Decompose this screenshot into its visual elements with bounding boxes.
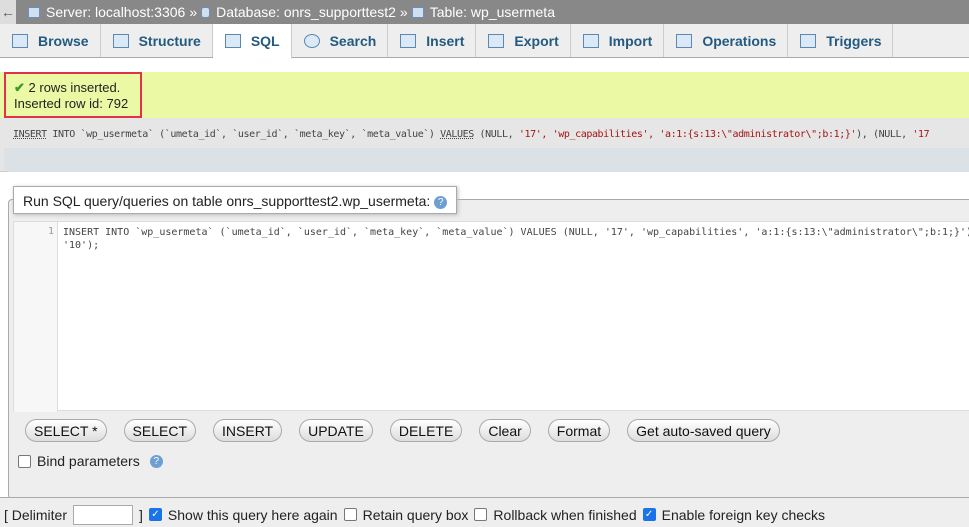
bind-parameters: Bind parameters ? — [18, 453, 163, 469]
code-line: INSERT INTO `wp_usermeta` (`umeta_id`, `… — [63, 227, 969, 238]
tab-label: Search — [329, 32, 377, 49]
sql-editor[interactable]: 1 INSERT INTO `wp_usermeta` (`umeta_id`,… — [13, 221, 969, 412]
sql-keyword-link[interactable]: VALUES — [440, 129, 474, 140]
sql-text: ), (NULL, — [856, 129, 913, 140]
retain-query-box-label[interactable]: Retain query box — [363, 507, 469, 523]
export-icon — [488, 33, 505, 48]
table-icon — [411, 6, 424, 18]
delimiter-input[interactable] — [73, 504, 134, 525]
update-button[interactable]: UPDATE — [299, 419, 373, 442]
tab-bar: Browse Structure SQL Search Insert Expor… — [0, 24, 969, 59]
clear-button[interactable]: Clear — [479, 419, 531, 442]
browse-icon — [12, 33, 28, 48]
breadcrumb-separator: » — [399, 4, 408, 20]
code-line: '10'); — [63, 240, 100, 251]
delimiter-close: ] — [139, 506, 143, 523]
breadcrumb-separator: » — [189, 4, 198, 20]
tab-structure[interactable]: Structure — [101, 24, 213, 57]
insert-icon — [400, 33, 417, 48]
foreign-key-label[interactable]: Enable foreign key checks — [662, 507, 825, 523]
sql-string: '17', 'wp_capabilities', 'a:1:{s:13:\"ad… — [518, 129, 857, 140]
tab-label: Browse — [38, 32, 89, 49]
tab-label: Export — [514, 32, 559, 49]
tab-label: Structure — [138, 32, 201, 49]
select-star-button[interactable]: SELECT * — [25, 419, 107, 442]
help-icon[interactable]: ? — [434, 195, 448, 209]
checkmark-icon: ✔ — [14, 80, 25, 95]
insert-button[interactable]: INSERT — [213, 419, 283, 442]
sql-keyword-link[interactable]: INSERT — [13, 129, 47, 140]
tab-browse[interactable]: Browse — [0, 24, 101, 57]
tab-sql[interactable]: SQL — [212, 24, 292, 59]
back-arrow-icon[interactable]: ← — [0, 0, 16, 24]
success-message: ✔ 2 rows inserted. Inserted row id: 792 — [0, 72, 969, 118]
show-query-checkbox[interactable]: ✓ — [148, 508, 162, 521]
query-box-title: Run SQL query/queries on table onrs_supp… — [13, 186, 458, 214]
breadcrumb-table[interactable]: Table: wp_usermeta — [430, 4, 555, 20]
delete-button[interactable]: DELETE — [389, 419, 463, 442]
tab-operations[interactable]: Operations — [664, 24, 789, 57]
query-buttons: SELECT * SELECT INSERT UPDATE DELETE Cle… — [25, 419, 797, 442]
tab-label: Triggers — [826, 32, 882, 49]
table-name: onrs_supporttest2.wp_usermeta: — [226, 193, 431, 209]
tab-export[interactable]: Export — [476, 24, 571, 57]
retain-query-box-checkbox[interactable] — [343, 508, 357, 521]
line-numbers: 1 — [14, 222, 58, 412]
triggers-icon — [800, 33, 817, 48]
tab-import[interactable]: Import — [571, 24, 665, 57]
sql-code[interactable]: INSERT INTO `wp_usermeta` (`umeta_id`, `… — [63, 226, 969, 252]
tab-label: SQL — [250, 33, 280, 49]
sql-text: (NULL, — [473, 129, 519, 140]
foreign-key-checkbox[interactable]: ✓ — [642, 508, 656, 521]
sql-string: '17 — [912, 129, 930, 140]
title-text: Run SQL query/queries on table — [23, 193, 227, 209]
get-auto-saved-query-button[interactable]: Get auto-saved query — [627, 419, 780, 442]
breadcrumb-bar: ← Server: localhost:3306 » Database: onr… — [0, 0, 969, 24]
message-box: ✔ 2 rows inserted. Inserted row id: 792 — [4, 72, 142, 118]
sql-icon — [224, 34, 241, 48]
operations-icon — [676, 33, 693, 48]
tab-triggers[interactable]: Triggers — [788, 24, 894, 57]
breadcrumb-server[interactable]: Server: localhost:3306 — [46, 4, 185, 20]
query-options: [ Delimiter ] ✓ Show this query here agai… — [0, 497, 969, 527]
import-icon — [582, 33, 599, 48]
delimiter-label: [ Delimiter — [4, 506, 68, 523]
help-icon[interactable]: ? — [149, 454, 163, 468]
sql-actions-bar — [4, 148, 969, 172]
inserted-row-id: Inserted row id: 792 — [14, 96, 129, 111]
breadcrumb-database[interactable]: Database: onrs_supporttest2 — [216, 4, 396, 20]
format-button[interactable]: Format — [547, 419, 611, 442]
sql-text: INTO `wp_usermeta` (`umeta_id`, `user_id… — [46, 129, 441, 140]
rollback-checkbox[interactable] — [474, 508, 488, 521]
select-button[interactable]: SELECT — [123, 419, 197, 442]
tab-insert[interactable]: Insert — [388, 24, 477, 57]
bind-parameters-checkbox[interactable] — [18, 454, 31, 468]
show-query-label[interactable]: Show this query here again — [168, 507, 338, 523]
tab-label: Import — [608, 32, 653, 49]
tab-label: Operations — [702, 32, 777, 49]
structure-icon — [112, 33, 129, 48]
executed-sql: INSERT INTO `wp_usermeta` (`umeta_id`, `… — [13, 129, 930, 140]
tab-search[interactable]: Search — [292, 24, 389, 57]
server-icon — [28, 6, 40, 18]
rows-inserted-text: 2 rows inserted. — [28, 80, 121, 95]
rollback-label[interactable]: Rollback when finished — [493, 507, 636, 523]
search-icon — [303, 33, 320, 48]
database-icon — [201, 6, 211, 18]
tab-label: Insert — [426, 32, 465, 49]
bind-parameters-label[interactable]: Bind parameters — [37, 453, 140, 469]
